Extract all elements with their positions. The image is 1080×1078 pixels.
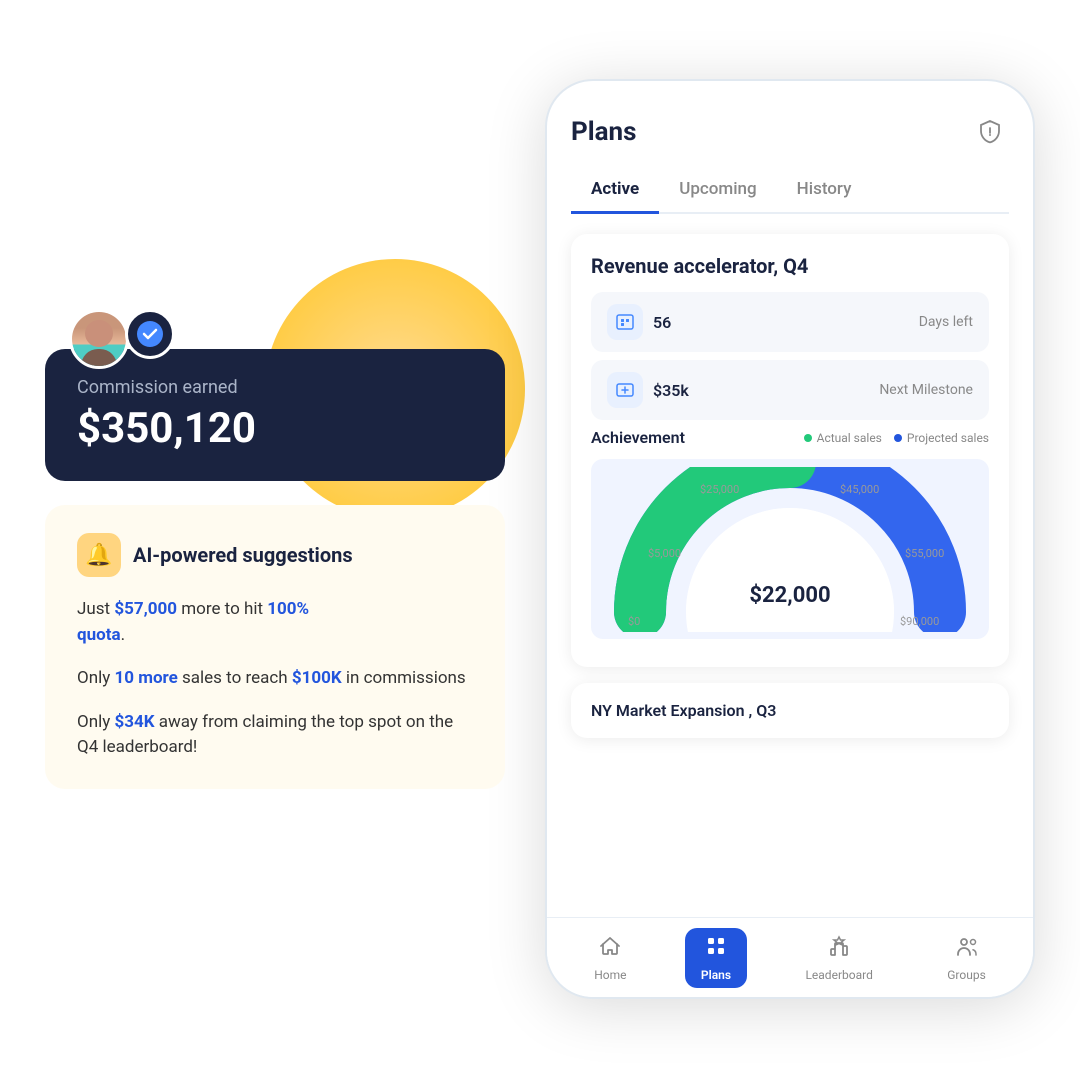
phone-mockup: Plans Active Upcoming History Revenue ac… [545, 79, 1035, 999]
ai-title: AI-powered suggestions [133, 543, 353, 567]
days-left-row: 56 Days left [591, 292, 989, 352]
plan-preview-name: NY Market Expansion , Q3 [591, 701, 989, 720]
projected-sales-label: Projected sales [907, 431, 989, 445]
groups-icon [955, 934, 979, 964]
avatar-row [69, 309, 175, 369]
plan-preview-card[interactable]: NY Market Expansion , Q3 [571, 683, 1009, 738]
avatar-face [72, 312, 126, 366]
leaderboard-icon [827, 934, 851, 964]
left-panel: Commission earned $350,120 🔔 AI-powered … [45, 289, 505, 789]
commission-label: Commission earned [77, 377, 473, 398]
page-title: Plans [571, 117, 636, 147]
actual-sales-label: Actual sales [817, 431, 882, 445]
highlight-57k: $57,000 [114, 599, 177, 619]
svg-text:$5,000: $5,000 [648, 547, 681, 560]
ai-suggestion-2: Only 10 more sales to reach $100K in com… [77, 666, 473, 692]
legend-projected: Projected sales [894, 431, 989, 445]
nav-groups[interactable]: Groups [931, 928, 1002, 988]
nav-plans[interactable]: Plans [685, 928, 747, 988]
tab-history[interactable]: History [777, 171, 872, 214]
nav-home[interactable]: Home [578, 928, 642, 988]
svg-text:$45,000: $45,000 [840, 483, 879, 496]
plan-card: Revenue accelerator, Q4 56 Days left [571, 234, 1009, 667]
projected-sales-dot [894, 434, 902, 442]
commission-card: Commission earned $350,120 [45, 349, 505, 481]
highlight-100pct: 100%quota [77, 599, 309, 645]
nav-home-label: Home [594, 968, 626, 982]
tab-upcoming[interactable]: Upcoming [659, 171, 776, 214]
plans-icon [704, 934, 728, 964]
nav-groups-label: Groups [947, 968, 986, 982]
bottom-nav: Home Plans [547, 917, 1033, 997]
legend-actual: Actual sales [804, 431, 882, 445]
svg-text:$25,000: $25,000 [700, 483, 739, 496]
phone-content: Plans Active Upcoming History Revenue ac… [547, 81, 1033, 917]
ai-body: Just $57,000 more to hit 100%quota. Only… [77, 597, 473, 761]
milestone-label: Next Milestone [879, 382, 973, 398]
gauge-chart: $22,000 $0 $5,000 $25,000 $45,000 $55,00… [591, 459, 989, 639]
milestone-icon [607, 372, 643, 408]
nav-plans-label: Plans [701, 968, 731, 982]
bell-icon: 🔔 [77, 533, 121, 577]
tab-active[interactable]: Active [571, 171, 659, 214]
achievement-header: Achievement Actual sales Projected sales [591, 428, 989, 447]
gauge-svg: $22,000 $0 $5,000 $25,000 $45,000 $55,00… [600, 467, 980, 632]
actual-sales-dot [804, 434, 812, 442]
avatar-body [81, 349, 117, 366]
chart-legend: Actual sales Projected sales [804, 431, 989, 445]
shield-alert-icon[interactable] [971, 113, 1009, 151]
achievement-title: Achievement [591, 428, 685, 447]
avatar [69, 309, 129, 369]
ai-suggestions-card: 🔔 AI-powered suggestions Just $57,000 mo… [45, 505, 505, 789]
calendar-icon [607, 304, 643, 340]
nav-leaderboard-label: Leaderboard [805, 968, 872, 982]
phone-header: Plans [571, 113, 1009, 151]
verified-badge-icon [125, 309, 175, 359]
highlight-10more: 10 more [114, 668, 177, 688]
days-left-value: 56 [653, 313, 909, 332]
svg-text:$0: $0 [628, 615, 640, 628]
svg-text:$55,000: $55,000 [905, 547, 944, 560]
commission-amount: $350,120 [77, 404, 473, 453]
svg-text:$22,000: $22,000 [749, 583, 830, 608]
milestone-row: $35k Next Milestone [591, 360, 989, 420]
days-left-label: Days left [919, 314, 973, 330]
ai-header: 🔔 AI-powered suggestions [77, 533, 473, 577]
ai-suggestion-1: Just $57,000 more to hit 100%quota. [77, 597, 473, 648]
highlight-100k: $100K [292, 668, 342, 688]
tabs-row: Active Upcoming History [571, 171, 1009, 214]
home-icon [598, 934, 622, 964]
ai-suggestion-3: Only $34K away from claiming the top spo… [77, 710, 473, 761]
plan-name: Revenue accelerator, Q4 [591, 254, 989, 278]
achievement-section: Achievement Actual sales Projected sales [591, 428, 989, 647]
avatar-head [85, 320, 113, 347]
svg-text:$90,000: $90,000 [900, 615, 939, 628]
nav-leaderboard[interactable]: Leaderboard [789, 928, 888, 988]
highlight-34k: $34K [114, 712, 154, 732]
app-container: Commission earned $350,120 🔔 AI-powered … [0, 0, 1080, 1078]
milestone-value: $35k [653, 381, 869, 400]
